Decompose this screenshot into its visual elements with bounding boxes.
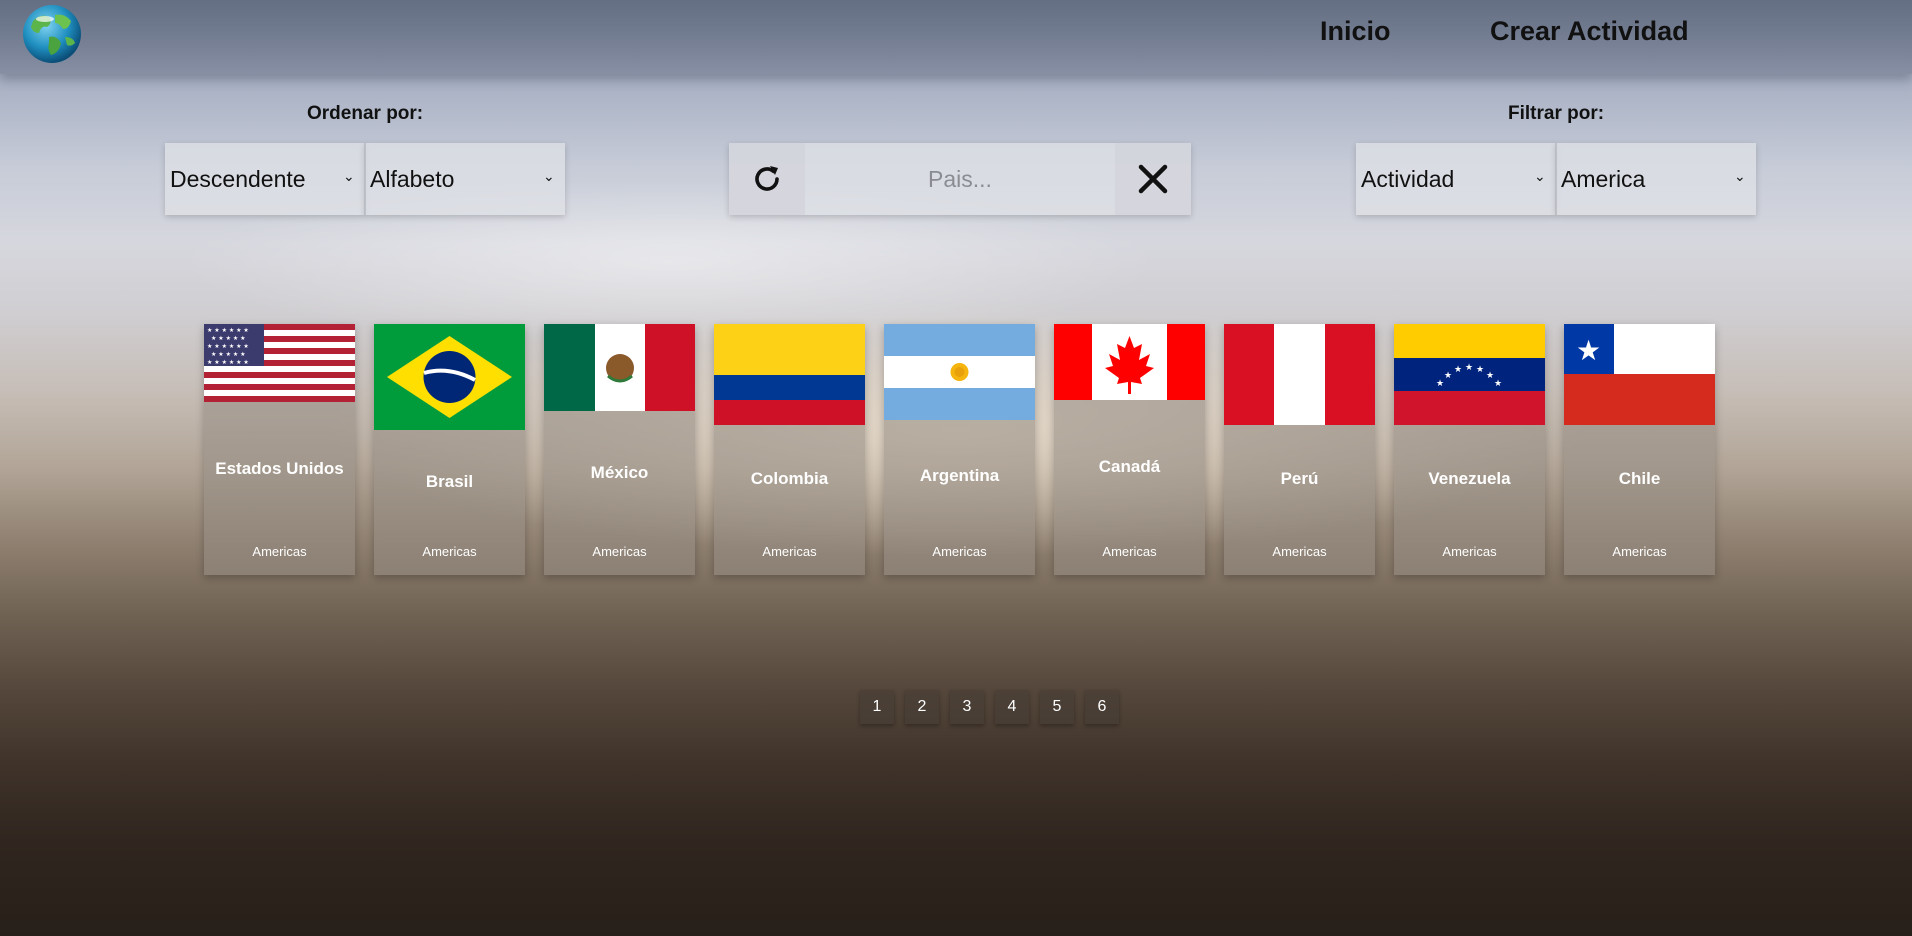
reset-button[interactable]: [729, 143, 805, 215]
country-name: Argentina: [919, 466, 1000, 485]
svg-text:★: ★: [1494, 379, 1502, 389]
country-name: Brasil: [425, 472, 474, 491]
peru-flag-icon: [1224, 324, 1375, 425]
country-card[interactable]: Canadá Americas: [1054, 324, 1205, 575]
page-button-4[interactable]: 4: [995, 690, 1029, 724]
page-button-6[interactable]: 6: [1085, 690, 1119, 724]
country-continent: Americas: [592, 544, 647, 559]
colombia-flag-icon: [714, 324, 865, 425]
country-name: Colombia: [750, 469, 829, 488]
page-button-1[interactable]: 1: [860, 690, 894, 724]
page-button-3[interactable]: 3: [950, 690, 984, 724]
filter-type-value: Actividad: [1361, 165, 1455, 192]
country-name: Canadá: [1098, 457, 1161, 476]
usa-flag-icon: ★ ★ ★ ★ ★ ★★ ★ ★ ★ ★ ★ ★ ★ ★ ★ ★★ ★ ★ ★ …: [204, 324, 355, 402]
chevron-down-icon: ⌄: [1734, 168, 1746, 184]
country-continent: Americas: [252, 544, 307, 559]
country-name: México: [590, 463, 649, 482]
svg-text:★ ★ ★ ★ ★ ★: ★ ★ ★ ★ ★ ★: [207, 359, 249, 366]
country-name: Perú: [1280, 469, 1319, 488]
sort-order-select[interactable]: Descendente ⌄: [165, 143, 365, 215]
country-card[interactable]: Brasil Americas: [374, 324, 525, 575]
chile-flag-icon: ★: [1564, 324, 1715, 425]
sort-field-value: Alfabeto: [370, 165, 455, 192]
globe-logo-icon[interactable]: [19, 3, 85, 65]
chevron-down-icon: ⌄: [343, 168, 355, 184]
country-name: Venezuela: [1428, 469, 1511, 488]
country-continent: Americas: [932, 544, 987, 559]
country-card[interactable]: Colombia Americas: [714, 324, 865, 575]
refresh-icon: [755, 166, 779, 191]
country-continent: Americas: [1272, 544, 1327, 559]
brazil-flag-icon: [374, 324, 525, 430]
svg-text:★ ★ ★ ★ ★: ★ ★ ★ ★ ★: [211, 351, 246, 358]
svg-text:★: ★: [1444, 371, 1452, 381]
svg-text:★: ★: [1576, 334, 1601, 367]
country-continent: Americas: [1612, 544, 1667, 559]
svg-text:★: ★: [1476, 365, 1484, 375]
country-continent: Americas: [1442, 544, 1497, 559]
filter-continent-value: America: [1561, 165, 1646, 192]
country-name: Estados Unidos: [215, 459, 344, 478]
svg-text:★: ★: [1454, 365, 1462, 375]
svg-text:★ ★ ★ ★ ★ ★: ★ ★ ★ ★ ★ ★: [207, 327, 249, 334]
sort-label: Ordenar por:: [307, 103, 424, 124]
svg-text:★: ★: [1436, 379, 1444, 389]
filter-continent-select[interactable]: America ⌄: [1556, 143, 1756, 215]
canada-flag-icon: [1054, 324, 1205, 400]
chevron-down-icon: ⌄: [1534, 168, 1546, 184]
top-nav-bar: Inicio Crear Actividad: [0, 0, 1912, 74]
page-button-2[interactable]: 2: [905, 690, 939, 724]
svg-text:★ ★ ★ ★ ★: ★ ★ ★ ★ ★: [211, 335, 246, 342]
country-card[interactable]: Argentina Americas: [884, 324, 1035, 575]
nav-home-link[interactable]: Inicio: [1320, 16, 1391, 47]
chevron-down-icon: ⌄: [543, 168, 555, 184]
sort-field-select[interactable]: Alfabeto ⌄: [365, 143, 565, 215]
page-button-5[interactable]: 5: [1040, 690, 1074, 724]
select-divider: [364, 143, 366, 215]
search-bar: [729, 143, 1191, 215]
svg-text:★: ★: [1486, 371, 1494, 381]
svg-text:★ ★ ★ ★ ★ ★: ★ ★ ★ ★ ★ ★: [207, 343, 249, 350]
close-icon: [1138, 164, 1168, 194]
country-card[interactable]: Perú Americas: [1224, 324, 1375, 575]
nav-create-activity-link[interactable]: Crear Actividad: [1490, 16, 1689, 47]
svg-text:★: ★: [1465, 363, 1473, 373]
argentina-flag-icon: [884, 324, 1035, 420]
country-search-input[interactable]: [805, 143, 1115, 215]
filter-type-select[interactable]: Actividad ⌄: [1356, 143, 1556, 215]
clear-search-button[interactable]: [1115, 143, 1191, 215]
country-card[interactable]: ★ Chile Americas: [1564, 324, 1715, 575]
country-continent: Americas: [762, 544, 817, 559]
country-continent: Americas: [1102, 544, 1157, 559]
country-name: Chile: [1618, 469, 1661, 488]
country-card[interactable]: ★ ★ ★ ★ ★ ★ ★ Venezuela Americas: [1394, 324, 1545, 575]
country-card[interactable]: ★ ★ ★ ★ ★ ★ ★ ★ ★ ★ ★ ★ ★ ★ ★ ★ ★ ★ ★ ★ ★ …: [204, 324, 355, 575]
sort-order-value: Descendente: [170, 165, 306, 192]
mexico-flag-icon: [544, 324, 695, 411]
country-continent: Americas: [422, 544, 477, 559]
country-card[interactable]: México Americas: [544, 324, 695, 575]
select-divider: [1555, 143, 1557, 215]
venezuela-flag-icon: ★★★ ★ ★★ ★: [1394, 324, 1545, 425]
filter-label: Filtrar por:: [1508, 103, 1605, 124]
